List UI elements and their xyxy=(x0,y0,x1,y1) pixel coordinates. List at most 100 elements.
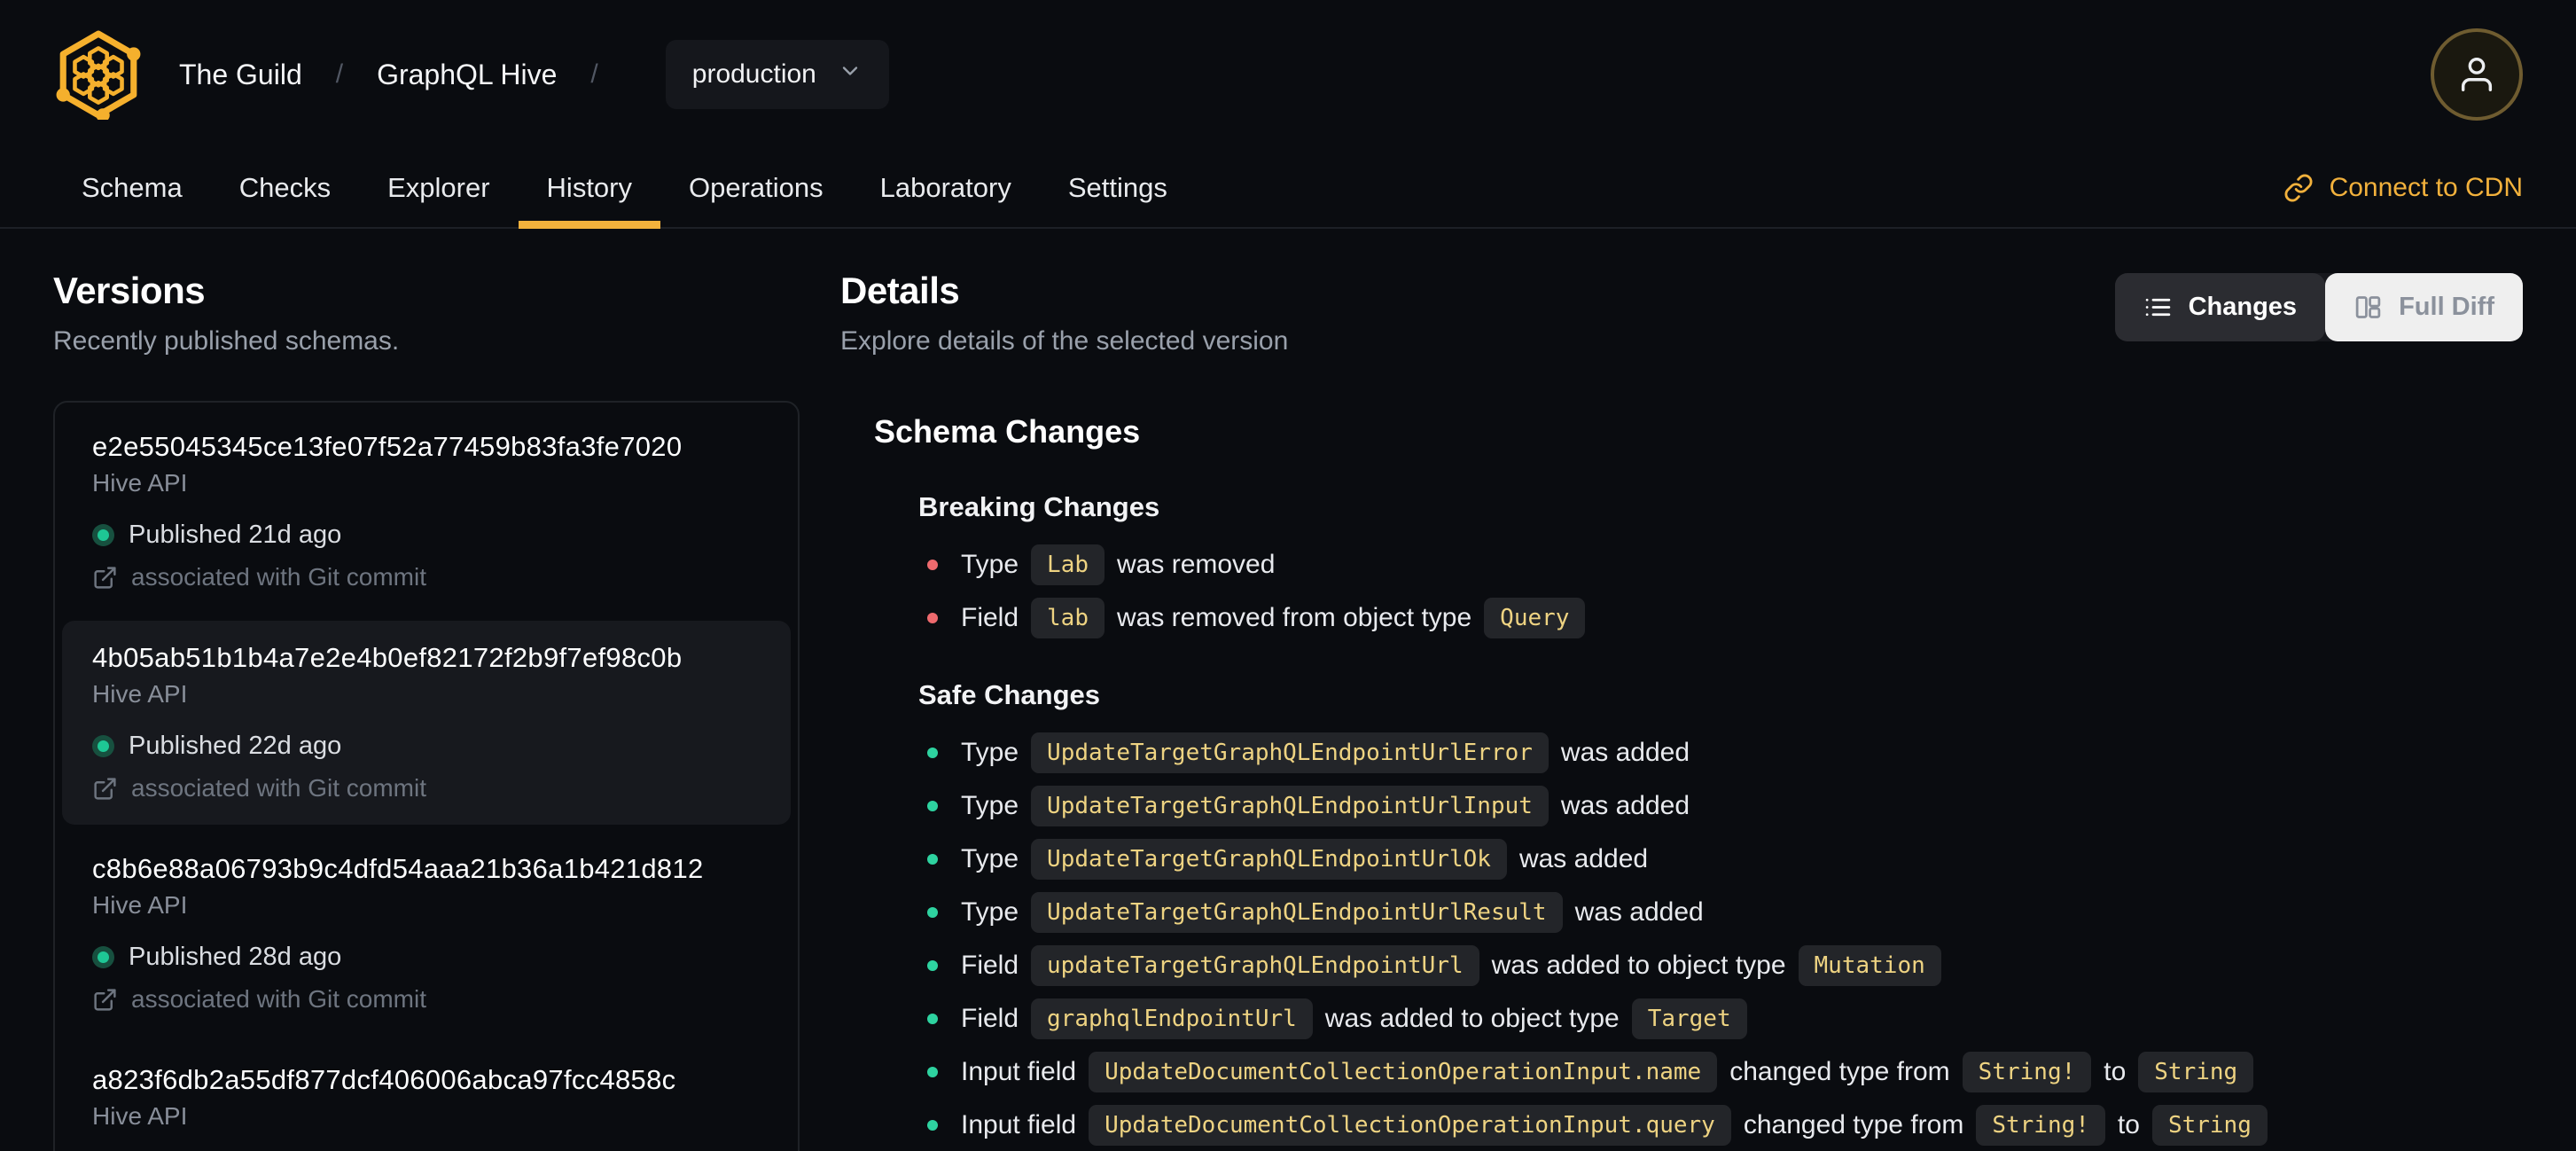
tab-operations[interactable]: Operations xyxy=(660,149,852,227)
code-chip: UpdateDocumentCollectionOperationInput.q… xyxy=(1089,1105,1731,1146)
app-header: The Guild / GraphQL Hive / production Sc… xyxy=(0,0,2576,229)
change-text: was added to object type xyxy=(1491,951,1786,980)
change-text: was added xyxy=(1560,791,1690,820)
status-dot xyxy=(92,945,114,968)
git-commit-link[interactable]: associated with Git commit xyxy=(92,773,761,803)
code-chip: UpdateTargetGraphQLEndpointUrlError xyxy=(1031,732,1549,773)
breaking-changes-list: Type Lab was removed Field lab was removed fr… xyxy=(927,544,2523,638)
change-text: was removed from object type xyxy=(1117,603,1472,632)
code-chip: UpdateDocumentCollectionOperationInput.n… xyxy=(1089,1052,1718,1092)
code-chip: Mutation xyxy=(1798,945,1941,986)
code-chip: Query xyxy=(1484,598,1586,638)
change-text: Type xyxy=(961,844,1019,873)
view-toggle-group: Changes Full Diff xyxy=(2114,273,2523,341)
service-name: Hive API xyxy=(92,891,188,919)
code-chip: String! xyxy=(1976,1105,2105,1146)
schema-changes-title: Schema Changes xyxy=(874,413,1141,450)
service-name: Hive API xyxy=(92,1102,188,1130)
version-card[interactable]: 4b05ab51b1b4a7e2e4b0ef82172f2b9f7ef98c0b… xyxy=(62,621,791,825)
version-hash: 4b05ab51b1b4a7e2e4b0ef82172f2b9f7ef98c0b xyxy=(92,642,683,673)
service-name: Hive API xyxy=(92,680,188,708)
change-row: Type UpdateTargetGraphQLEndpointUrlInput w… xyxy=(927,786,2523,826)
tab-settings[interactable]: Settings xyxy=(1040,149,1196,227)
change-text: Input field xyxy=(961,1110,1077,1139)
tab-explorer[interactable]: Explorer xyxy=(359,149,518,227)
target-selector-dropdown[interactable]: production xyxy=(665,40,889,109)
change-bullet xyxy=(927,1014,938,1024)
code-chip: UpdateTargetGraphQLEndpointUrlInput xyxy=(1031,786,1549,826)
tab-checks[interactable]: Checks xyxy=(211,149,359,227)
git-commit-text: associated with Git commit xyxy=(131,774,426,802)
change-row: Type UpdateTargetGraphQLEndpointUrlError w… xyxy=(927,732,2523,773)
connect-to-cdn-button[interactable]: Connect to CDN xyxy=(2283,149,2523,227)
code-chip: String! xyxy=(1962,1052,2092,1092)
change-bullet xyxy=(927,801,938,811)
code-chip: UpdateTargetGraphQLEndpointUrlOk xyxy=(1031,839,1507,880)
change-text: to xyxy=(2117,1110,2140,1139)
change-bullet xyxy=(927,1067,938,1077)
breaking-changes-title: Breaking Changes xyxy=(918,491,1160,522)
main-content: Versions Recently published schemas. e2e… xyxy=(0,229,2576,1151)
git-commit-link[interactable]: associated with Git commit xyxy=(92,562,761,592)
tab-history[interactable]: History xyxy=(518,149,661,229)
publish-status: Published 21d ago xyxy=(92,520,761,550)
change-bullet xyxy=(927,1120,938,1131)
code-chip: lab xyxy=(1031,598,1105,638)
publish-status: Published 22d ago xyxy=(92,731,761,761)
safe-changes-group: Safe Changes Type UpdateTargetGraphQLEndp… xyxy=(874,679,2523,1146)
change-text: Type xyxy=(961,550,1019,579)
link-icon xyxy=(2284,174,2312,202)
breadcrumb-org[interactable]: The Guild xyxy=(179,59,302,91)
change-bullet xyxy=(927,907,938,918)
code-chip: UpdateTargetGraphQLEndpointUrlResult xyxy=(1031,892,1563,933)
breadcrumb-project[interactable]: GraphQL Hive xyxy=(377,59,557,91)
version-hash: e2e55045345ce13fe07f52a77459b83fa3fe7020 xyxy=(92,431,683,462)
tab-bar: Schema Checks Explorer History Operations Lab… xyxy=(0,149,2576,229)
connect-to-cdn-label: Connect to CDN xyxy=(2329,173,2523,202)
code-chip: String xyxy=(2151,1105,2268,1146)
change-text: Input field xyxy=(961,1057,1077,1086)
target-selector-value: production xyxy=(691,59,816,89)
safe-changes-title: Safe Changes xyxy=(918,679,1101,710)
code-chip: updateTargetGraphQLEndpointUrl xyxy=(1031,945,1479,986)
breadcrumb-separator: / xyxy=(335,59,344,89)
version-card[interactable]: a823f6db2a55df877dcf406006abca97fcc4858c… xyxy=(62,1043,791,1151)
publish-status: Published 28d ago xyxy=(92,942,761,972)
code-chip: String xyxy=(2138,1052,2254,1092)
details-title: Details xyxy=(840,270,960,311)
user-avatar-button[interactable] xyxy=(2431,28,2523,121)
version-hash: c8b6e88a06793b9c4dfd54aaa21b36a1b421d812 xyxy=(92,853,704,884)
version-card[interactable]: e2e55045345ce13fe07f52a77459b83fa3fe7020… xyxy=(62,410,791,614)
change-text: was added xyxy=(1560,738,1690,767)
change-bullet xyxy=(927,960,938,971)
breadcrumb-separator: / xyxy=(590,59,598,89)
change-row: Input field UpdateDocumentCollectionOpera… xyxy=(927,1105,2523,1146)
git-commit-link[interactable]: associated with Git commit xyxy=(92,984,761,1014)
graphql-hive-app: The Guild / GraphQL Hive / production Sc… xyxy=(0,0,2576,1151)
change-row: Type Lab was removed xyxy=(927,544,2523,585)
code-chip: Target xyxy=(1631,998,1747,1039)
change-row: Type UpdateTargetGraphQLEndpointUrlOk was … xyxy=(927,839,2523,880)
versions-panel: Versions Recently published schemas. e2e… xyxy=(53,270,800,1151)
git-commit-text: associated with Git commit xyxy=(131,563,426,591)
tab-schema[interactable]: Schema xyxy=(53,149,211,227)
version-card[interactable]: c8b6e88a06793b9c4dfd54aaa21b36a1b421d812… xyxy=(62,832,791,1036)
published-text: Published 21d ago xyxy=(129,521,342,549)
full-diff-toggle-button[interactable]: Full Diff xyxy=(2325,273,2523,341)
git-commit-text: associated with Git commit xyxy=(131,985,426,1013)
list-icon xyxy=(2145,298,2170,317)
breaking-changes-group: Breaking Changes Type Lab was removed Field… xyxy=(874,491,2523,638)
tab-laboratory[interactable]: Laboratory xyxy=(852,149,1040,227)
version-list: e2e55045345ce13fe07f52a77459b83fa3fe7020… xyxy=(53,401,800,1151)
change-text: Type xyxy=(961,738,1019,767)
change-text: changed type from xyxy=(1729,1057,1950,1086)
change-row: Field updateTargetGraphQLEndpointUrl was a… xyxy=(927,945,2523,986)
published-text: Published 22d ago xyxy=(129,732,342,760)
user-icon xyxy=(2461,58,2493,91)
hive-logo-icon[interactable] xyxy=(53,29,144,120)
change-text: Type xyxy=(961,897,1019,927)
change-bullet xyxy=(927,854,938,865)
external-link-icon xyxy=(92,565,118,591)
change-row: Field graphqlEndpointUrl was added to obje… xyxy=(927,998,2523,1039)
changes-toggle-button[interactable]: Changes xyxy=(2114,273,2326,341)
